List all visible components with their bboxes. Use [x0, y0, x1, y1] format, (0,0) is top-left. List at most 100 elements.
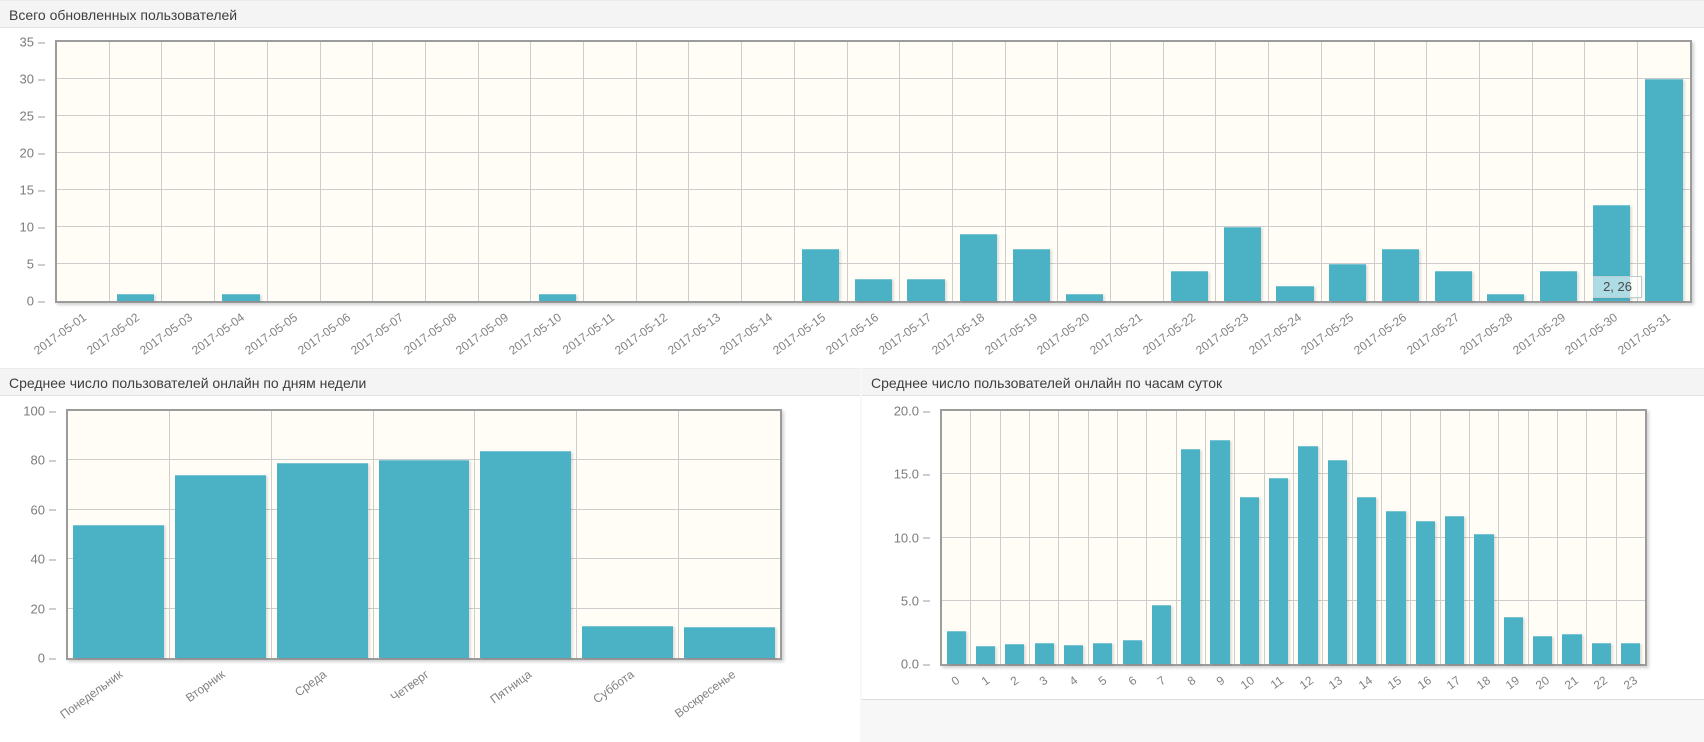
category-cell — [1529, 411, 1558, 664]
bar-2[interactable] — [1005, 643, 1025, 664]
category-cell — [68, 411, 170, 658]
bar-15[interactable] — [1386, 510, 1406, 664]
bar-19[interactable] — [1503, 617, 1524, 664]
category-cell — [374, 411, 476, 658]
bar-2017-05-19[interactable] — [1012, 249, 1051, 301]
hourly-x-axis-labels: 0 1 2 3 4 5 6 7 8 9 10 11 12 13 14 15 16 17 18 19 20 21 22 23 — [948, 673, 1640, 693]
bar-2017-05-26[interactable] — [1381, 249, 1420, 301]
category-cell — [1382, 411, 1412, 664]
category-cell — [1480, 42, 1533, 301]
category-cell — [971, 411, 1001, 664]
category-cell — [1059, 411, 1089, 664]
category-cell — [426, 42, 479, 301]
bar-2017-05-22[interactable] — [1171, 271, 1209, 301]
category-cell — [479, 42, 532, 301]
bar-18[interactable] — [1474, 533, 1494, 664]
bar-9[interactable] — [1210, 440, 1230, 664]
category-cell — [848, 42, 901, 301]
category-cell — [1118, 411, 1148, 664]
bar-11[interactable] — [1269, 478, 1289, 664]
category-cell — [584, 42, 637, 301]
bar-4[interactable] — [1063, 645, 1084, 664]
category-cell — [1147, 411, 1177, 664]
daily-x-axis-labels: 2017-05-01 2017-05-02 2017-05-03 2017-05-04… — [31, 310, 1674, 358]
category-cell — [1006, 42, 1059, 301]
category-cell — [1411, 411, 1441, 664]
bar-8[interactable] — [1181, 448, 1201, 664]
y-tick-label: 10 — [20, 221, 46, 234]
bar-Вторник[interactable] — [174, 475, 266, 658]
bar-2017-05-23[interactable] — [1223, 227, 1261, 301]
y-tick-label: 60 — [31, 503, 57, 516]
daily-updates-chart: 0 5 10 15 20 25 30 35 2, 26 2017-05-01 2017-05-0… — [0, 28, 1704, 361]
bar-6[interactable] — [1122, 639, 1142, 664]
daily-plot-row: 0 5 10 15 20 25 30 35 2, 26 — [0, 36, 1704, 308]
category-cell — [272, 411, 374, 658]
bar-Пятница[interactable] — [480, 450, 572, 658]
bar-0[interactable] — [946, 631, 966, 664]
y-tick-label: 5.0 — [901, 594, 931, 607]
category-cell — [1001, 411, 1030, 664]
bar-2017-05-10[interactable] — [538, 293, 576, 301]
category-cell — [900, 42, 953, 301]
bar-10[interactable] — [1239, 497, 1260, 664]
bar-Понедельник[interactable] — [73, 524, 164, 658]
category-cell — [1111, 42, 1164, 301]
category-cell — [637, 42, 690, 301]
panel-weekday-online: Среднее число пользователей онлайн по дн… — [0, 368, 860, 742]
category-cell — [953, 42, 1006, 301]
bar-Воскресенье[interactable] — [684, 627, 775, 658]
bar-17[interactable] — [1445, 516, 1465, 664]
bar-21[interactable] — [1562, 633, 1582, 664]
bar-2017-05-16[interactable] — [854, 278, 892, 301]
bar-1[interactable] — [975, 646, 996, 664]
y-tick-label: 20 — [31, 602, 57, 615]
category-cell — [1558, 411, 1588, 664]
category-cell — [679, 411, 780, 658]
category-cell — [1030, 411, 1060, 664]
category-cell — [577, 411, 680, 658]
category-cell — [1265, 411, 1294, 664]
bar-7[interactable] — [1151, 604, 1172, 664]
category-cell — [1235, 411, 1265, 664]
category-cell — [1470, 411, 1500, 664]
bar-2017-05-27[interactable] — [1434, 271, 1472, 301]
bar-12[interactable] — [1298, 446, 1318, 664]
y-tick-label: 40 — [31, 553, 57, 566]
bar-2017-05-04[interactable] — [222, 293, 260, 301]
bar-5[interactable] — [1093, 642, 1113, 664]
bar-Среда[interactable] — [276, 462, 368, 658]
category-cell — [1294, 411, 1324, 664]
bar-2017-05-20[interactable] — [1065, 293, 1103, 301]
category-cell — [1353, 411, 1382, 664]
bar-13[interactable] — [1327, 460, 1348, 664]
bar-2017-05-31[interactable] — [1645, 79, 1683, 301]
bar-Суббота[interactable] — [582, 625, 674, 658]
hourly-online-chart: 0.0 5.0 10.0 15.0 20.0 0 1 2 3 4 5 6 7 8 9 10 11 12 13 14 1… — [862, 396, 1704, 696]
bar-2017-05-29[interactable] — [1539, 271, 1578, 301]
bar-23[interactable] — [1621, 642, 1641, 664]
category-cell — [170, 411, 272, 658]
y-tick-label: 5 — [27, 258, 46, 271]
bar-20[interactable] — [1533, 636, 1553, 664]
category-cell — [1533, 42, 1586, 301]
bar-2017-05-25[interactable] — [1329, 264, 1367, 301]
bar-2017-05-18[interactable] — [960, 234, 998, 301]
weekday-panel-title: Среднее число пользователей онлайн по дн… — [0, 368, 860, 396]
bar-2017-05-28[interactable] — [1487, 293, 1525, 301]
y-tick-label: 0.0 — [901, 658, 931, 671]
bar-Четверг[interactable] — [378, 460, 470, 658]
category-cell — [57, 42, 110, 301]
bar-2017-05-15[interactable] — [802, 249, 840, 301]
bar-3[interactable] — [1034, 642, 1054, 664]
category-cell — [742, 42, 795, 301]
bar-14[interactable] — [1357, 497, 1377, 664]
bar-16[interactable] — [1415, 521, 1436, 664]
bar-2017-05-24[interactable] — [1276, 286, 1314, 301]
bar-2017-05-02[interactable] — [116, 293, 155, 301]
y-tick-label: 80 — [31, 454, 57, 467]
bar-22[interactable] — [1591, 642, 1611, 664]
hourly-y-axis: 0.0 5.0 10.0 15.0 20.0 — [862, 405, 931, 671]
bar-2017-05-17[interactable] — [907, 278, 945, 301]
weekday-x-axis-labels: Понедельник Вторник Среда Четверг Пятница Суб… — [57, 667, 739, 722]
